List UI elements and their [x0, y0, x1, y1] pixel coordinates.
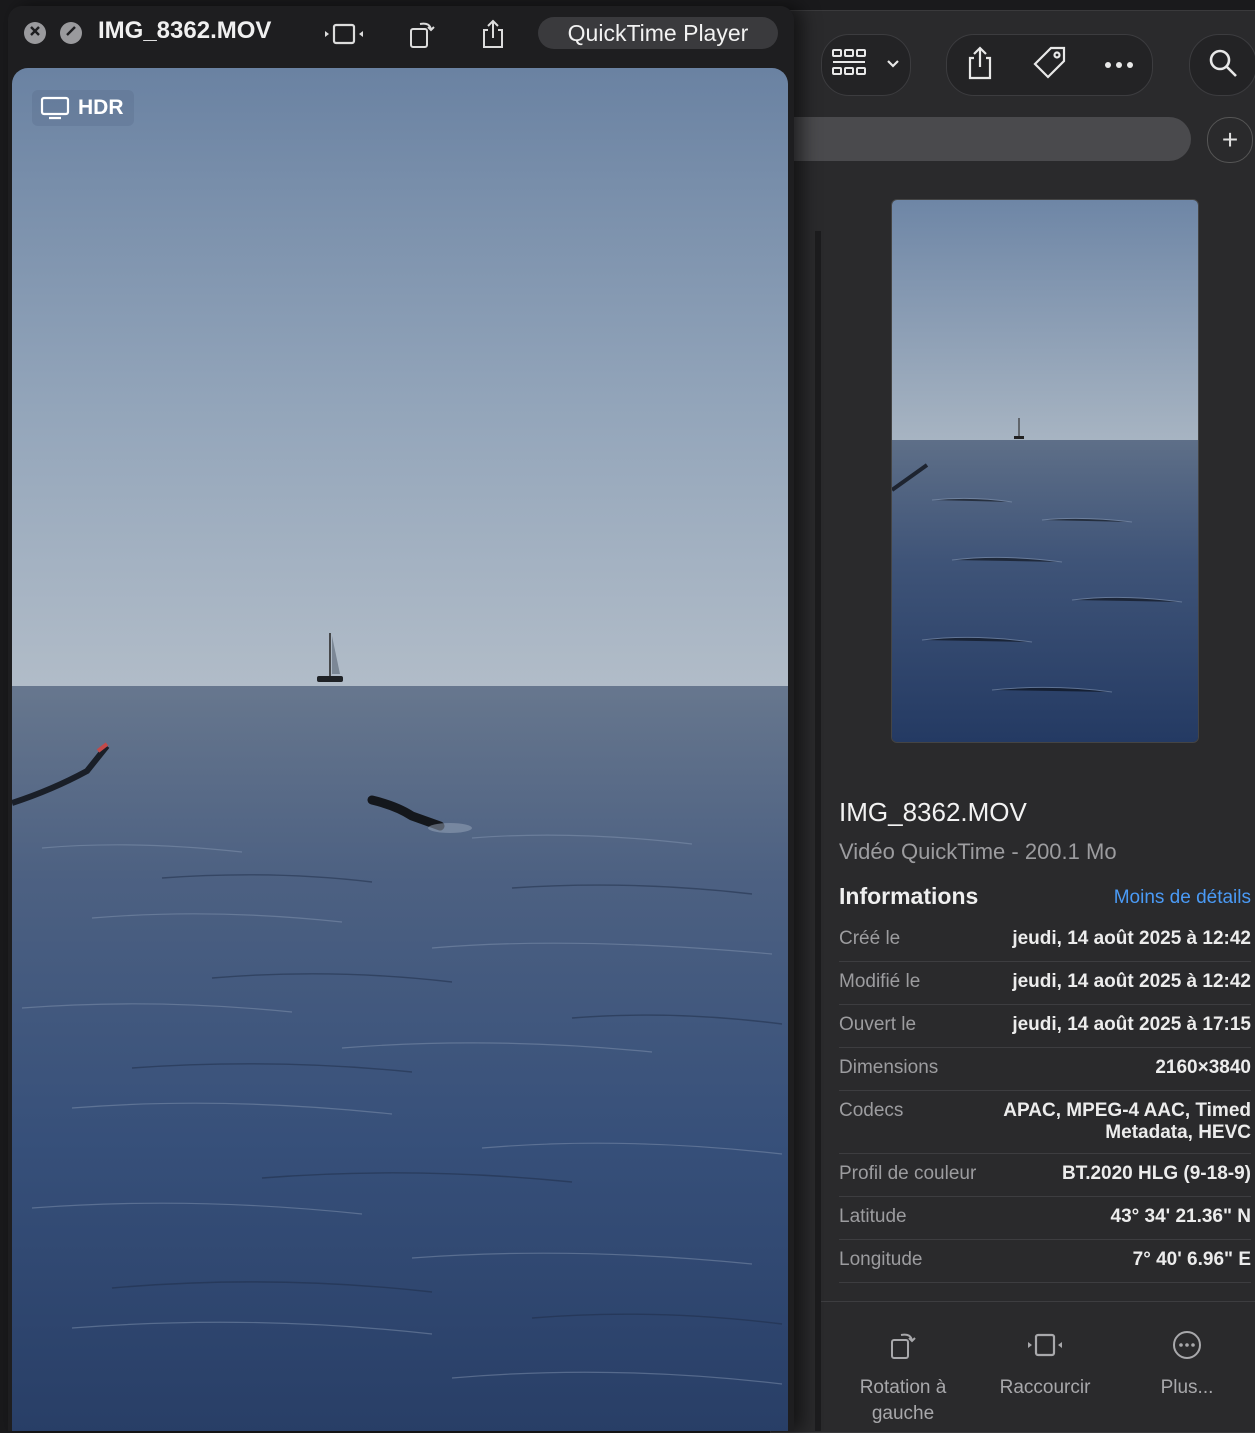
- share-icon[interactable]: [965, 45, 995, 86]
- minimize-button[interactable]: [60, 22, 82, 44]
- more-circle-icon: [1117, 1329, 1255, 1361]
- search-button[interactable]: [1189, 34, 1255, 96]
- column-divider[interactable]: [815, 231, 821, 1431]
- divider: [821, 1301, 1255, 1302]
- info-value: jeudi, 14 août 2025 à 12:42: [1012, 928, 1251, 949]
- info-row-modified: Modifié le jeudi, 14 août 2025 à 12:42: [839, 962, 1251, 1005]
- window-title: IMG_8362.MOV: [98, 17, 272, 44]
- info-key: Créé le: [839, 928, 901, 949]
- quick-action-label: Plus...: [1160, 1377, 1214, 1398]
- video-frame-image: [12, 68, 788, 1431]
- add-button[interactable]: +: [1207, 117, 1253, 163]
- info-row-latitude: Latitude 43° 34' 21.36" N: [839, 1197, 1251, 1240]
- share-icon[interactable]: [480, 18, 506, 55]
- more-actions-button[interactable]: Plus...: [1117, 1329, 1255, 1401]
- info-value: 2160×3840: [1155, 1057, 1251, 1078]
- info-key: Latitude: [839, 1206, 907, 1227]
- rotate-left-icon: [833, 1329, 973, 1361]
- quicktime-window: IMG_8362.MOV QuickTime Player HDR: [8, 6, 794, 1431]
- chevron-down-icon: [886, 56, 900, 74]
- tag-filter-bar[interactable]: [771, 117, 1191, 161]
- rotate-icon[interactable]: [408, 18, 436, 55]
- finder-window: + IMG_8362.MOV Vidéo QuickTime - 200.1 M…: [770, 10, 1255, 1433]
- trim-button[interactable]: Raccourcir: [975, 1329, 1115, 1401]
- quick-action-label: Raccourcir: [999, 1377, 1091, 1398]
- quick-action-label: Rotation à gauche: [859, 1377, 947, 1424]
- plus-icon: +: [1221, 124, 1239, 155]
- hdr-label: HDR: [78, 96, 124, 119]
- info-value: 43° 34' 21.36" N: [1110, 1206, 1252, 1227]
- close-button[interactable]: [24, 22, 46, 44]
- action-toolbar-group: [946, 34, 1153, 96]
- info-value: BT.2020 HLG (9-18-9): [1061, 1163, 1251, 1184]
- minimize-icon: [65, 24, 77, 42]
- info-key: Profil de couleur: [839, 1163, 977, 1184]
- view-grid-icon: [832, 48, 866, 83]
- view-options-button[interactable]: [821, 34, 911, 96]
- trim-icon[interactable]: [322, 22, 366, 51]
- more-icon[interactable]: [1104, 56, 1134, 74]
- info-row-opened: Ouvert le jeudi, 14 août 2025 à 17:15: [839, 1005, 1251, 1048]
- file-kind-size: Vidéo QuickTime - 200.1 Mo: [839, 839, 1117, 864]
- less-details-link[interactable]: Moins de détails: [1114, 887, 1251, 909]
- search-icon: [1207, 47, 1239, 84]
- open-with-quicktime-button[interactable]: QuickTime Player: [538, 17, 778, 49]
- info-value: APAC, MPEG-4 AAC, Timed Metadata, HEVC: [1003, 1100, 1251, 1143]
- info-value: 7° 40' 6.96" E: [1132, 1249, 1251, 1270]
- info-key: Longitude: [839, 1249, 923, 1270]
- info-key: Modifié le: [839, 971, 921, 992]
- info-row-color-profile: Profil de couleur BT.2020 HLG (9-18-9): [839, 1154, 1251, 1197]
- info-row-longitude: Longitude 7° 40' 6.96" E: [839, 1240, 1251, 1283]
- file-preview-thumbnail: [891, 199, 1199, 743]
- info-value: jeudi, 14 août 2025 à 17:15: [1012, 1014, 1251, 1035]
- display-icon: [40, 96, 70, 120]
- info-key: Dimensions: [839, 1057, 939, 1078]
- info-section-heading: Informations: [839, 883, 979, 909]
- info-row-codecs: Codecs APAC, MPEG-4 AAC, Timed Metadata,…: [839, 1091, 1251, 1154]
- info-row-created: Créé le jeudi, 14 août 2025 à 12:42: [839, 919, 1251, 962]
- quicktime-titlebar: IMG_8362.MOV QuickTime Player: [8, 6, 794, 66]
- info-value: jeudi, 14 août 2025 à 12:42: [1012, 971, 1251, 992]
- rotate-left-button[interactable]: Rotation à gauche: [833, 1329, 973, 1427]
- close-icon: [29, 24, 41, 42]
- hdr-badge: HDR: [32, 90, 134, 126]
- info-row-dimensions: Dimensions 2160×3840: [839, 1048, 1251, 1091]
- trim-icon: [975, 1329, 1115, 1361]
- info-key: Ouvert le: [839, 1014, 917, 1035]
- tag-icon[interactable]: [1031, 45, 1067, 86]
- file-name: IMG_8362.MOV: [839, 797, 1027, 827]
- video-player[interactable]: HDR: [12, 68, 788, 1431]
- info-key: Codecs: [839, 1100, 904, 1121]
- info-table: Créé le jeudi, 14 août 2025 à 12:42 Modi…: [839, 919, 1251, 1283]
